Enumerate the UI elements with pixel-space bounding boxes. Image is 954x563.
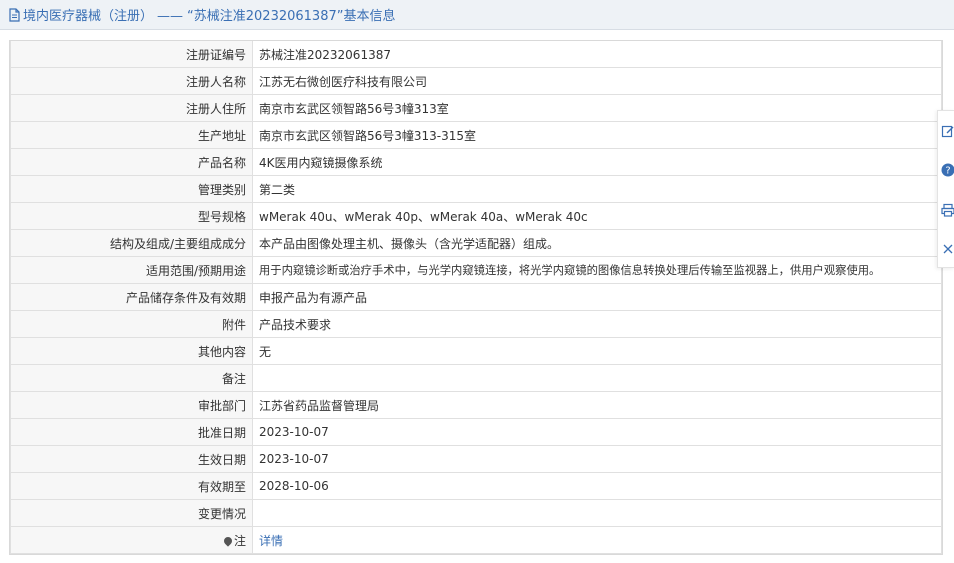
- row-value: 2028-10-06: [252, 472, 942, 500]
- title-record: “苏械注准20232061387”基本信息: [187, 9, 396, 24]
- row-value: 南京市玄武区领智路56号3幢313室: [252, 94, 942, 122]
- row-label: 附件: [10, 310, 253, 338]
- row-value: wMerak 40u、wMerak 40p、wMerak 40a、wMerak …: [252, 202, 942, 230]
- note-value-cell: 详情: [252, 526, 942, 554]
- row-label: 产品储存条件及有效期: [10, 283, 253, 311]
- row-label: 审批部门: [10, 391, 253, 419]
- note-label-cell: 注: [10, 526, 253, 554]
- row-label: 备注: [10, 364, 253, 392]
- document-icon: [8, 7, 21, 22]
- row-value: 江苏无右微创医疗科技有限公司: [252, 67, 942, 95]
- row-label: 型号规格: [10, 202, 253, 230]
- table-row: 结构及组成/主要组成成分 本产品由图像处理主机、摄像头（含光学适配器）组成。: [10, 229, 942, 257]
- note-label: 注: [233, 533, 246, 548]
- pin-icon: [222, 535, 234, 547]
- row-label: 变更情况: [10, 499, 253, 527]
- table-row: 生产地址 南京市玄武区领智路56号3幢313-315室: [10, 121, 942, 149]
- title-separator: ——: [157, 9, 184, 24]
- row-value: 申报产品为有源产品: [252, 283, 942, 311]
- row-value: 2023-10-07: [252, 445, 942, 473]
- svg-text:?: ?: [945, 166, 950, 177]
- table-row: 适用范围/预期用途 用于内窥镜诊断或治疗手术中，与光学内窥镜连接，将光学内窥镜的图…: [10, 256, 942, 284]
- row-value: 本产品由图像处理主机、摄像头（含光学适配器）组成。: [252, 229, 942, 257]
- table-row: 变更情况: [10, 499, 942, 527]
- table-row: 注册证编号 苏械注准20232061387: [10, 41, 942, 68]
- row-label: 生效日期: [10, 445, 253, 473]
- table-row: 注册人住所 南京市玄武区领智路56号3幢313室: [10, 94, 942, 122]
- row-value: 苏械注准20232061387: [252, 41, 942, 68]
- row-value: 无: [252, 337, 942, 365]
- page-header: 境内医疗器械（注册） —— “苏械注准20232061387”基本信息: [0, 0, 954, 30]
- title-category: 境内医疗器械（注册）: [23, 9, 154, 24]
- table-row: 产品储存条件及有效期 申报产品为有源产品: [10, 283, 942, 311]
- table-row: 批准日期 2023-10-07: [10, 418, 942, 446]
- edit-icon[interactable]: [941, 123, 954, 139]
- row-label: 注册人名称: [10, 67, 253, 95]
- table-row: 附件 产品技术要求: [10, 310, 942, 338]
- row-value: 江苏省药品监督管理局: [252, 391, 942, 419]
- row-label: 生产地址: [10, 121, 253, 149]
- row-label: 结构及组成/主要组成成分: [10, 229, 253, 257]
- row-label: 产品名称: [10, 148, 253, 176]
- row-label: 注册人住所: [10, 94, 253, 122]
- table-row: 注册人名称 江苏无右微创医疗科技有限公司: [10, 67, 942, 95]
- row-value: [252, 499, 942, 527]
- table-row: 有效期至 2028-10-06: [10, 472, 942, 500]
- table-row: 备注: [10, 364, 942, 392]
- table-row: 其他内容无: [10, 337, 942, 365]
- table-row: 审批部门 江苏省药品监督管理局: [10, 391, 942, 419]
- row-label: 管理类别: [10, 175, 253, 203]
- note-row: 注 详情: [10, 526, 942, 554]
- row-label: 有效期至: [10, 472, 253, 500]
- floating-toolbar: ?: [937, 110, 954, 268]
- print-icon[interactable]: [941, 202, 954, 218]
- table-row: 产品名称 4K医用内窥镜摄像系统: [10, 148, 942, 176]
- help-icon[interactable]: ?: [941, 162, 954, 178]
- row-value: 2023-10-07: [252, 418, 942, 446]
- row-value: 南京市玄武区领智路56号3幢313-315室: [252, 121, 942, 149]
- table-row: 管理类别 第二类: [10, 175, 942, 203]
- row-label: 注册证编号: [10, 41, 253, 68]
- close-icon[interactable]: [941, 241, 954, 257]
- row-label: 批准日期: [10, 418, 253, 446]
- table-row: 生效日期 2023-10-07: [10, 445, 942, 473]
- row-value: 4K医用内窥镜摄像系统: [252, 148, 942, 176]
- info-table: 注册证编号 苏械注准20232061387 注册人名称 江苏无右微创医疗科技有限公司…: [9, 40, 943, 555]
- row-value: 第二类: [252, 175, 942, 203]
- row-label: 其他内容: [10, 337, 253, 365]
- row-label: 适用范围/预期用途: [10, 256, 253, 284]
- table-row: 型号规格 wMerak 40u、wMerak 40p、wMerak 40a、wMe…: [10, 202, 942, 230]
- row-value: 产品技术要求: [252, 310, 942, 338]
- details-link[interactable]: 详情: [259, 534, 283, 548]
- row-value: [252, 364, 942, 392]
- page-title: 境内医疗器械（注册） —— “苏械注准20232061387”基本信息: [23, 5, 395, 24]
- row-value: 用于内窥镜诊断或治疗手术中，与光学内窥镜连接，将光学内窥镜的图像信息转换处理后传…: [252, 256, 942, 284]
